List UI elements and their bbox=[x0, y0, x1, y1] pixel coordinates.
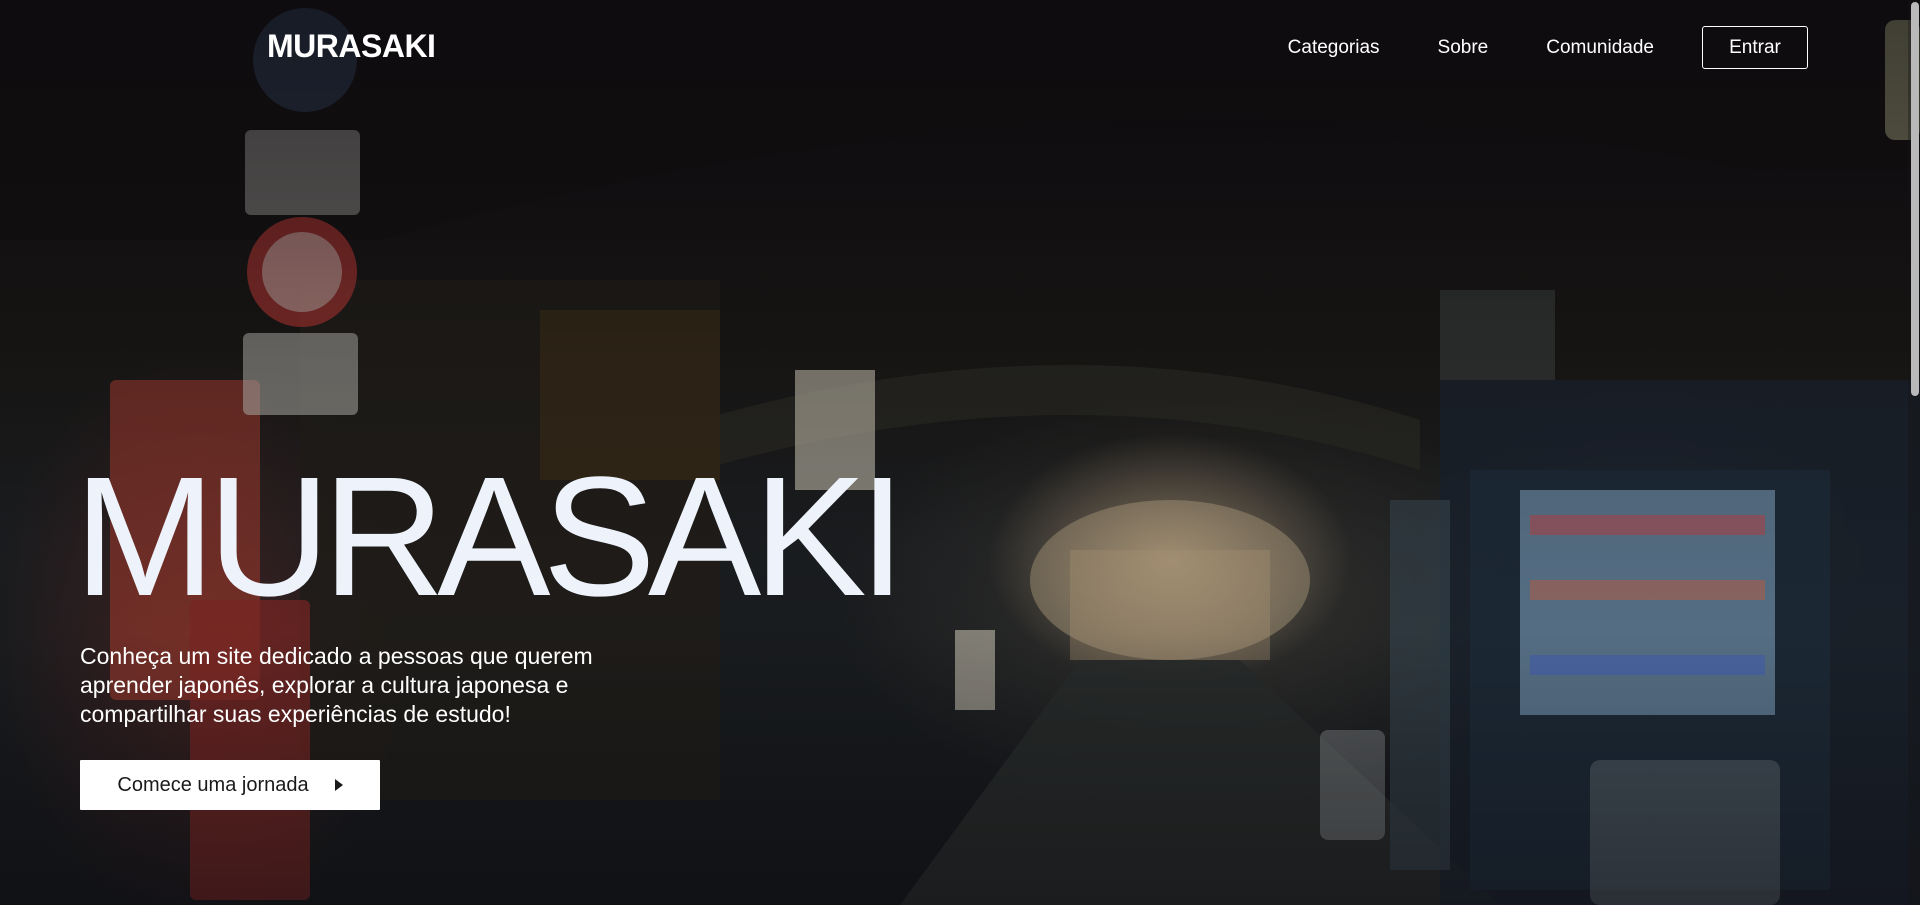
start-journey-label: Comece uma jornada bbox=[117, 773, 309, 796]
page-scrollbar[interactable] bbox=[1908, 0, 1920, 905]
main-nav: Categorias Sobre Comunidade Entrar bbox=[1230, 26, 1808, 69]
nav-link-comunidade[interactable]: Comunidade bbox=[1546, 37, 1654, 59]
login-button[interactable]: Entrar bbox=[1702, 26, 1808, 69]
nav-link-categorias[interactable]: Categorias bbox=[1288, 37, 1380, 59]
start-journey-button[interactable]: Comece uma jornada bbox=[80, 760, 380, 810]
scrollbar-thumb[interactable] bbox=[1911, 2, 1919, 396]
caret-right-icon bbox=[334, 779, 343, 791]
site-header: MURASAKI Categorias Sobre Comunidade Ent… bbox=[0, 0, 1920, 98]
hero-description: Conheça um site dedicado a pessoas que q… bbox=[80, 643, 593, 727]
nav-link-sobre[interactable]: Sobre bbox=[1438, 37, 1489, 59]
hero-title: MURASAKI bbox=[74, 442, 906, 632]
site-logo[interactable]: MURASAKI bbox=[267, 28, 436, 65]
